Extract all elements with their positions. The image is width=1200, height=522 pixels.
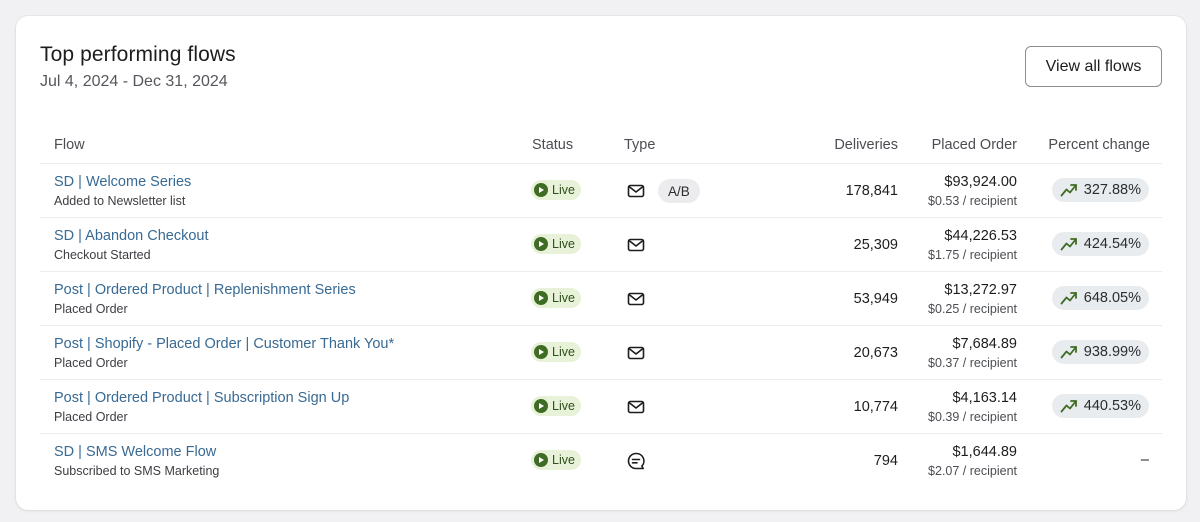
status-label: Live — [552, 237, 575, 251]
placed-order-value: $7,684.89 — [952, 336, 1017, 352]
placed-order-value: $44,226.53 — [944, 228, 1017, 244]
per-recipient-value: $0.53 / recipient — [928, 194, 1017, 208]
deliveries-value: 53,949 — [853, 291, 898, 307]
placed-order-value: $93,924.00 — [944, 174, 1017, 190]
view-all-flows-button[interactable]: View all flows — [1025, 46, 1162, 87]
trend-up-icon — [1060, 236, 1078, 252]
flows-table: Flow Status Type Deliveries Placed Order… — [40, 126, 1162, 487]
percent-change-value: 440.53% — [1083, 398, 1141, 414]
ab-test-badge: A/B — [658, 179, 700, 203]
column-header-percent-change: Percent change — [1048, 137, 1150, 153]
percent-change-value: 648.05% — [1083, 290, 1141, 306]
trend-up-icon — [1060, 398, 1078, 414]
date-range: Jul 4, 2024 - Dec 31, 2024 — [40, 73, 228, 90]
percent-change-badge: 648.05% — [1051, 286, 1149, 310]
status-badge: Live — [531, 342, 581, 362]
table-row[interactable]: SD | SMS Welcome Flow Subscribed to SMS M… — [40, 434, 1162, 487]
flow-name-link[interactable]: SD | SMS Welcome Flow — [54, 444, 216, 460]
trend-up-icon — [1060, 182, 1078, 198]
percent-change-badge: 327.88% — [1051, 178, 1149, 202]
play-icon — [534, 291, 548, 305]
percent-change-value: 327.88% — [1083, 182, 1141, 198]
card-title: Top performing flows — [40, 43, 236, 66]
flow-trigger: Added to Newsletter list — [54, 194, 186, 208]
percent-change-badge: 938.99% — [1051, 340, 1149, 364]
flow-trigger: Subscribed to SMS Marketing — [54, 464, 220, 478]
placed-order-value: $13,272.97 — [944, 282, 1017, 298]
flow-name-link[interactable]: Post | Ordered Product | Subscription Si… — [54, 390, 349, 406]
column-header-type: Type — [624, 137, 656, 153]
play-icon — [534, 399, 548, 413]
flow-name-link[interactable]: Post | Shopify - Placed Order | Customer… — [54, 336, 394, 352]
sms-icon — [626, 451, 646, 471]
status-badge: Live — [531, 396, 581, 416]
status-label: Live — [552, 183, 575, 197]
email-icon — [626, 289, 646, 309]
status-badge: Live — [531, 180, 581, 200]
per-recipient-value: $2.07 / recipient — [928, 464, 1017, 478]
email-icon — [626, 343, 646, 363]
status-badge: Live — [531, 450, 581, 470]
status-badge: Live — [531, 288, 581, 308]
email-icon — [626, 397, 646, 417]
per-recipient-value: $0.37 / recipient — [928, 356, 1017, 370]
placed-order-value: $4,163.14 — [952, 390, 1017, 406]
deliveries-value: 25,309 — [853, 237, 898, 253]
email-icon — [626, 235, 646, 255]
flow-trigger: Placed Order — [54, 410, 128, 424]
percent-change-badge: 424.54% — [1051, 232, 1149, 256]
column-header-placed-order: Placed Order — [931, 137, 1017, 153]
flow-trigger: Placed Order — [54, 302, 128, 316]
email-icon — [626, 181, 646, 201]
per-recipient-value: $0.25 / recipient — [928, 302, 1017, 316]
table-row[interactable]: SD | Welcome Series Added to Newsletter l… — [40, 164, 1162, 218]
play-icon — [534, 237, 548, 251]
per-recipient-value: $1.75 / recipient — [928, 248, 1017, 262]
percent-change-value: – — [1140, 452, 1149, 468]
deliveries-value: 178,841 — [845, 183, 898, 199]
table-row[interactable]: Post | Ordered Product | Replenishment S… — [40, 272, 1162, 326]
percent-change-value: 424.54% — [1083, 236, 1141, 252]
play-icon — [534, 183, 548, 197]
table-row[interactable]: SD | Abandon Checkout Checkout Started Liv… — [40, 218, 1162, 272]
percent-change-badge: 440.53% — [1051, 394, 1149, 418]
deliveries-value: 20,673 — [853, 345, 898, 361]
status-label: Live — [552, 399, 575, 413]
column-header-status: Status — [532, 137, 574, 153]
flow-name-link[interactable]: SD | Abandon Checkout — [54, 228, 209, 244]
flow-name-link[interactable]: SD | Welcome Series — [54, 174, 191, 190]
column-header-flow: Flow — [54, 137, 85, 153]
trend-up-icon — [1060, 290, 1078, 306]
deliveries-value: 10,774 — [853, 399, 898, 415]
top-flows-card: Top performing flows Jul 4, 2024 - Dec 3… — [16, 16, 1186, 510]
play-icon — [534, 345, 548, 359]
status-label: Live — [552, 453, 575, 467]
flow-name-link[interactable]: Post | Ordered Product | Replenishment S… — [54, 282, 356, 298]
table-body: SD | Welcome Series Added to Newsletter l… — [40, 164, 1162, 487]
play-icon — [534, 453, 548, 467]
placed-order-value: $1,644.89 — [952, 444, 1017, 460]
flow-trigger: Placed Order — [54, 356, 128, 370]
percent-change-value: 938.99% — [1083, 344, 1141, 360]
status-label: Live — [552, 345, 575, 359]
trend-up-icon — [1060, 344, 1078, 360]
table-header: Flow Status Type Deliveries Placed Order… — [40, 126, 1162, 164]
deliveries-value: 794 — [873, 453, 898, 469]
per-recipient-value: $0.39 / recipient — [928, 410, 1017, 424]
flow-trigger: Checkout Started — [54, 248, 151, 262]
status-badge: Live — [531, 234, 581, 254]
table-row[interactable]: Post | Ordered Product | Subscription Si… — [40, 380, 1162, 434]
table-row[interactable]: Post | Shopify - Placed Order | Customer… — [40, 326, 1162, 380]
status-label: Live — [552, 291, 575, 305]
column-header-deliveries: Deliveries — [834, 137, 898, 153]
